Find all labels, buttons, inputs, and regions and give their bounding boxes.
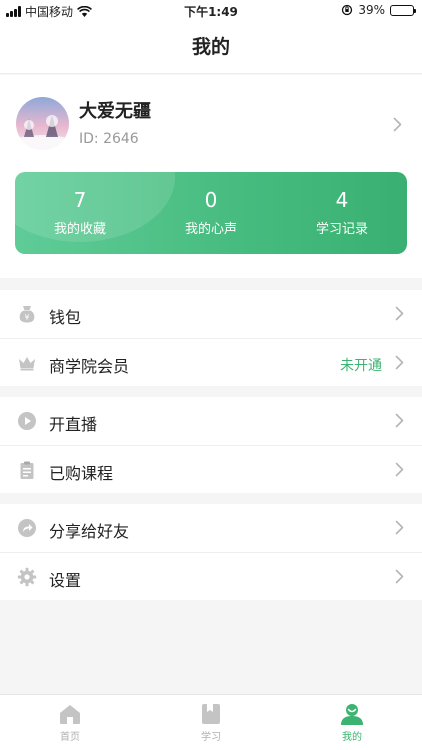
home-icon (60, 705, 80, 724)
orientation-lock-icon (342, 4, 353, 16)
stat-study-records[interactable]: 4 学习记录 (277, 172, 407, 254)
chevron-right-icon (395, 569, 404, 584)
menu-label: 开直播 (49, 415, 98, 434)
chevron-right-icon (395, 413, 404, 428)
battery-percent: 39% (358, 3, 385, 17)
menu-item-settings[interactable]: 设置 (0, 552, 422, 600)
menu-item-wallet[interactable]: ¥ 钱包 (0, 290, 422, 338)
chevron-right-icon[interactable] (393, 117, 402, 132)
menu-item-courses[interactable]: 已购课程 (0, 445, 422, 493)
chevron-right-icon (395, 520, 404, 535)
menu-item-live[interactable]: 开直播 (0, 397, 422, 445)
gear-icon (17, 567, 37, 587)
user-name: 大爱无疆 (79, 101, 151, 122)
tab-mine[interactable]: 我的 (282, 695, 422, 750)
profile-card[interactable]: 大爱无疆 ID: 2646 7 我的收藏 0 我的心声 4 学习记录 (0, 75, 422, 278)
menu-label: 钱包 (49, 308, 82, 327)
play-icon (18, 412, 36, 430)
menu-item-share[interactable]: 分享给好友 (0, 504, 422, 552)
stat-label: 我的收藏 (53, 222, 106, 237)
stat-favorites[interactable]: 7 我的收藏 (15, 172, 145, 254)
stat-label: 学习记录 (315, 222, 368, 237)
battery-icon (390, 4, 416, 16)
user-icon (341, 704, 363, 725)
tab-label: 学习 (201, 732, 221, 743)
nav-bar: 我的 (0, 22, 422, 74)
membership-status: 未开通 (340, 358, 382, 374)
menu-label: 分享给好友 (49, 522, 130, 541)
menu-label: 设置 (49, 571, 82, 590)
menu-group-misc: 分享给好友 设置 (0, 504, 422, 600)
clipboard-icon (20, 461, 34, 479)
stat-value: 4 (335, 188, 349, 212)
tab-label: 首页 (60, 732, 80, 743)
chevron-right-icon (395, 462, 404, 477)
tab-home[interactable]: 首页 (0, 695, 140, 750)
stats-card: 7 我的收藏 0 我的心声 4 学习记录 (15, 172, 407, 254)
stat-label: 我的心声 (184, 222, 237, 237)
stat-value: 7 (73, 188, 87, 212)
menu-label: 已购课程 (49, 464, 114, 483)
svg-text:¥: ¥ (25, 313, 30, 322)
stat-value: 0 (204, 188, 218, 212)
wallet-icon: ¥ (19, 306, 35, 323)
tab-study[interactable]: 学习 (141, 695, 281, 750)
chevron-right-icon (395, 355, 404, 370)
crown-icon (19, 357, 35, 371)
book-icon (202, 704, 220, 724)
avatar[interactable] (16, 97, 69, 150)
menu-group-learning: 开直播 已购课程 (0, 397, 422, 493)
share-icon (18, 519, 36, 537)
tab-bar: 首页 学习 我的 (0, 694, 422, 750)
chevron-right-icon (395, 306, 404, 321)
stat-voices[interactable]: 0 我的心声 (146, 172, 276, 254)
page-title: 我的 (191, 36, 230, 58)
user-id: ID: 2646 (79, 131, 139, 147)
menu-item-membership[interactable]: 商学院会员 未开通 (0, 338, 422, 386)
tab-label: 我的 (342, 732, 362, 743)
menu-group-account: ¥ 钱包 商学院会员 未开通 (0, 290, 422, 386)
status-bar: 中国移动 下午1:49 39% (0, 0, 422, 22)
menu-label: 商学院会员 (49, 357, 130, 376)
